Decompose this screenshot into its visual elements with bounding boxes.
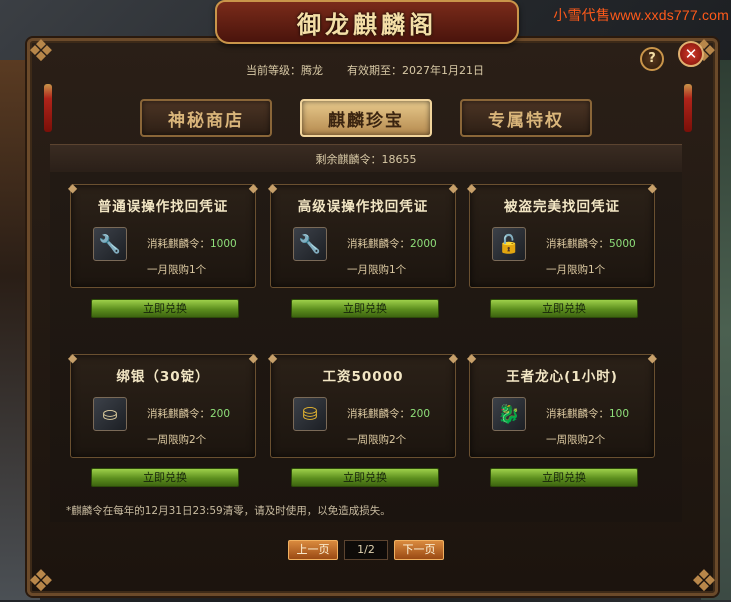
card-corner-icon: ◆ (647, 351, 657, 365)
item-limit: 一周限购2个 (147, 434, 207, 446)
card-corner-icon: ◆ (268, 351, 278, 365)
exchange-button[interactable]: 立即兑换 (490, 468, 638, 487)
help-button[interactable]: ? (640, 47, 664, 71)
wrench-icon[interactable]: 🔧 (93, 227, 127, 261)
level-label: 当前等级： (246, 64, 301, 77)
item-title: 绑银（30锭） (116, 369, 210, 385)
item-limit: 一月限购1个 (546, 264, 606, 276)
seller-watermark: 小雪代售www.xxds777.com (553, 7, 729, 23)
remaining-label: 剩余麒麟令： (315, 153, 382, 166)
cost-value: 5000 (609, 238, 636, 250)
item-cost: 消耗麒麟令：2000 (347, 236, 437, 251)
card-corner-icon: ◆ (467, 181, 477, 195)
card-corner-icon: ◆ (248, 351, 258, 365)
card-corner-icon: ◆ (268, 181, 278, 195)
item-limit: 一月限购1个 (147, 264, 207, 276)
exchange-button[interactable]: 立即兑换 (490, 299, 638, 318)
item-card: ◆ ◆ 绑银（30锭） ⛀ 消耗麒麟令：200 一周限购2个 (68, 351, 258, 458)
item-title: 普通误操作找回凭证 (97, 199, 229, 215)
cost-value: 1000 (210, 238, 237, 250)
item-cost: 消耗麒麟令：1000 (147, 236, 237, 251)
exchange-button[interactable]: 立即兑换 (291, 299, 439, 318)
expire-label: 有效期至： (347, 64, 402, 77)
remaining-value: 18655 (381, 152, 417, 166)
cost-label: 消耗麒麟令： (347, 238, 410, 250)
item-card: ◆ ◆ 王者龙心(1小时) 🐉 消耗麒麟令：100 一周限购2个 (467, 351, 657, 458)
ornament-corner-icon: ❖ (27, 564, 55, 599)
item-title: 被盗完美找回凭证 (504, 199, 620, 215)
item-card: ◆ ◆ 工资50000 ⛁ 消耗麒麟令：200 一周限购2个 (268, 351, 458, 458)
card-corner-icon: ◆ (647, 181, 657, 195)
prev-page-button[interactable]: 上一页 (288, 540, 338, 560)
reset-notice: *麒麟令在每年的12月31日23:59清零，请及时使用，以免造成损失。 (66, 505, 391, 517)
gold-ingot-icon[interactable]: ⛁ (293, 397, 327, 431)
tab-mystery-shop[interactable]: 神秘商店 (140, 99, 272, 137)
window-title: 御龙麒麟阁 (297, 9, 437, 39)
card-corner-icon: ◆ (68, 351, 78, 365)
membership-info: 当前等级：腾龙 有效期至：2027年1月21日 (50, 62, 680, 82)
cost-label: 消耗麒麟令： (147, 408, 210, 420)
item-limit: 一周限购2个 (347, 434, 407, 446)
cost-label: 消耗麒麟令： (347, 408, 410, 420)
item-title: 王者龙心(1小时) (506, 369, 618, 385)
padlock-icon[interactable]: 🔓 (492, 227, 526, 261)
item-title: 高级误操作找回凭证 (297, 199, 429, 215)
card-corner-icon: ◆ (448, 181, 458, 195)
tassel-right-icon (684, 84, 692, 132)
card-corner-icon: ◆ (467, 351, 477, 365)
cost-label: 消耗麒麟令： (546, 238, 609, 250)
cost-label: 消耗麒麟令： (147, 238, 210, 250)
item-cost: 消耗麒麟令：100 (546, 406, 629, 421)
card-corner-icon: ◆ (448, 351, 458, 365)
exchange-button[interactable]: 立即兑换 (91, 468, 239, 487)
page-indicator: 1/2 (344, 540, 388, 560)
card-corner-icon: ◆ (248, 181, 258, 195)
next-page-button[interactable]: 下一页 (394, 540, 444, 560)
silver-ingot-icon[interactable]: ⛀ (93, 397, 127, 431)
cost-value: 200 (210, 408, 231, 420)
cost-value: 100 (609, 408, 630, 420)
item-limit: 一月限购1个 (347, 264, 407, 276)
cost-value: 200 (410, 408, 431, 420)
item-limit: 一周限购2个 (546, 434, 606, 446)
level-info: 当前等级：腾龙 (246, 62, 323, 82)
item-card: ◆ ◆ 普通误操作找回凭证 🔧 消耗麒麟令：1000 一月限购1个 (68, 181, 258, 288)
exchange-button[interactable]: 立即兑换 (291, 468, 439, 487)
close-button[interactable]: ✕ (678, 41, 704, 67)
expire-info: 有效期至：2027年1月21日 (347, 62, 484, 82)
cost-label: 消耗麒麟令： (546, 408, 609, 420)
item-card: ◆ ◆ 被盗完美找回凭证 🔓 消耗麒麟令：5000 一月限购1个 (467, 181, 657, 288)
tab-bar: 神秘商店 麒麟珍宝 专属特权 (140, 99, 592, 137)
item-title: 工资50000 (322, 369, 404, 385)
tab-exclusive-privilege[interactable]: 专属特权 (460, 99, 592, 137)
tassel-left-icon (44, 84, 52, 132)
remaining-tokens-bar: 剩余麒麟令： 18655 (50, 144, 682, 174)
dragon-heart-icon[interactable]: 🐉 (492, 397, 526, 431)
item-grid: ◆ ◆ 普通误操作找回凭证 🔧 消耗麒麟令：1000 一月限购1个 ◆ ◆ 高级误操… (50, 172, 682, 522)
card-corner-icon: ◆ (68, 181, 78, 195)
wrench-icon[interactable]: 🔧 (293, 227, 327, 261)
item-cost: 消耗麒麟令：200 (347, 406, 430, 421)
ornament-corner-icon: ❖ (690, 564, 718, 599)
tab-qilin-treasure[interactable]: 麒麟珍宝 (300, 99, 432, 137)
title-plaque: 御龙麒麟阁 (215, 0, 519, 44)
level-value: 腾龙 (301, 64, 323, 77)
cost-value: 2000 (410, 238, 437, 250)
item-cost: 消耗麒麟令：200 (147, 406, 230, 421)
pagination: 上一页 1/2 下一页 (288, 540, 444, 560)
item-card: ◆ ◆ 高级误操作找回凭证 🔧 消耗麒麟令：2000 一月限购1个 (268, 181, 458, 288)
exchange-button[interactable]: 立即兑换 (91, 299, 239, 318)
expire-value: 2027年1月21日 (402, 64, 484, 77)
item-cost: 消耗麒麟令：5000 (546, 236, 636, 251)
